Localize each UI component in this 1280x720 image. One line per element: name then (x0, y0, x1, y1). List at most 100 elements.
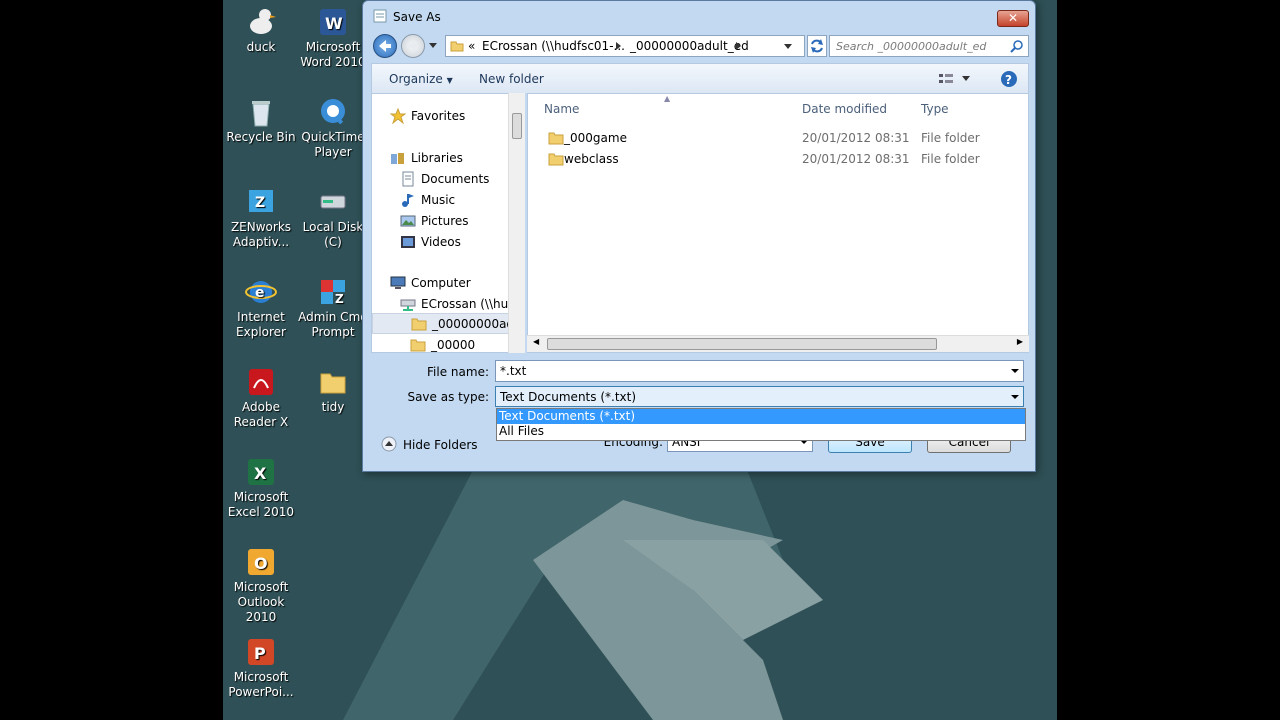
address-segment[interactable]: ECrossan (\\hudfsc01-... (482, 39, 625, 53)
recent-pages-dropdown-icon[interactable] (429, 43, 437, 49)
recycle-bin-icon (252, 101, 270, 127)
view-options-icon[interactable] (938, 72, 954, 86)
folder-icon (450, 41, 464, 52)
internet-explorer-icon: e (245, 281, 277, 303)
address-bar[interactable]: « ECrossan (\\hudfsc01-... _00000000adul… (445, 35, 805, 57)
admin-cmd-icon: Z (321, 280, 345, 306)
type-option-all-files[interactable]: All Files (497, 424, 1025, 439)
refresh-icon (811, 39, 823, 53)
type-option-text-documents[interactable]: Text Documents (*.txt) (497, 409, 1025, 424)
save-as-type-select[interactable]: Text Documents (*.txt) (495, 386, 1024, 407)
scroll-right-icon[interactable]: ▶ (1017, 337, 1023, 346)
folder-icon (548, 153, 564, 166)
network-drive-icon (400, 299, 416, 311)
desktop-icon-excel[interactable]: X Microsoft Excel 2010 (223, 456, 299, 520)
folder-icon (411, 318, 427, 331)
file-list-pane: Name ▲ Date modified Type _000game 20/01… (527, 93, 1029, 353)
address-segment[interactable]: _00000000adult_ed (630, 39, 749, 53)
excel-icon: X (248, 459, 274, 485)
svg-text:X: X (254, 464, 267, 483)
file-row[interactable]: webclass 20/01/2012 08:31 File folder (538, 149, 1018, 169)
organize-button[interactable]: Organize ▼ (389, 72, 453, 86)
powerpoint-icon: P (248, 639, 274, 665)
save-as-type-dropdown: Text Documents (*.txt) All Files (496, 408, 1026, 441)
collapse-icon (381, 436, 397, 452)
chevron-down-icon[interactable] (784, 44, 792, 50)
sort-ascending-icon: ▲ (664, 94, 671, 103)
command-toolbar: Organize ▼ New folder ? (371, 63, 1029, 93)
chevron-down-icon[interactable] (1011, 395, 1019, 399)
new-folder-button[interactable]: New folder (479, 72, 544, 86)
search-input[interactable]: Search _00000000adult_ed (829, 35, 1029, 57)
svg-text:Z: Z (255, 195, 265, 211)
zenworks-icon: Z (249, 190, 273, 212)
svg-text:e: e (255, 285, 265, 301)
svg-text:O: O (254, 554, 268, 573)
dialog-titlebar[interactable]: Save As ✕ (363, 1, 1035, 31)
nav-current-folder[interactable]: _00000000adult_ed (372, 313, 520, 334)
documents-icon (402, 171, 414, 187)
desktop-icon-admin-cmd[interactable]: Z Admin Cmd Prompt (295, 276, 371, 340)
quicktime-icon (321, 99, 345, 125)
column-header-date[interactable]: Date modified (802, 102, 887, 116)
desktop-icon-internet-explorer[interactable]: e Internet Explorer (223, 276, 299, 340)
svg-text:P: P (254, 644, 266, 663)
desktop-icon-powerpoint[interactable]: P Microsoft PowerPoi... (223, 636, 299, 700)
address-overflow[interactable]: « (468, 39, 475, 53)
back-arrow-icon (379, 40, 391, 52)
file-name-field[interactable]: *.txt (495, 360, 1024, 382)
scroll-left-icon[interactable]: ◀ (533, 337, 539, 346)
music-icon (402, 194, 414, 207)
folder-icon (548, 132, 564, 145)
chevron-down-icon[interactable] (1011, 369, 1019, 373)
pictures-icon (400, 215, 416, 227)
breadcrumb-chevron-icon[interactable] (736, 42, 742, 50)
videos-icon (401, 236, 415, 248)
desktop-icon-zenworks[interactable]: Z ZENworks Adaptiv... (223, 186, 299, 250)
breadcrumb-chevron-icon[interactable] (616, 42, 622, 50)
local-disk-icon (320, 195, 346, 209)
chevron-down-icon[interactable] (962, 76, 970, 82)
file-name-label: File name: (427, 365, 489, 379)
close-button[interactable]: ✕ (997, 10, 1029, 27)
notepad-icon (373, 9, 387, 23)
folder-icon (320, 373, 346, 394)
desktop-icon-tidy[interactable]: tidy (295, 366, 371, 415)
help-icon[interactable]: ? (1000, 70, 1018, 88)
desktop-icon-duck[interactable]: duck (223, 6, 299, 55)
forward-arrow-icon (407, 40, 419, 52)
svg-text:W: W (325, 14, 343, 33)
scrollbar-thumb[interactable] (512, 113, 522, 139)
search-icon (1010, 40, 1023, 53)
desktop-icon-quicktime[interactable]: QuickTime Player (295, 96, 371, 160)
svg-text:Z: Z (335, 292, 344, 306)
desktop-icon-outlook[interactable]: O Microsoft Outlook 2010 (223, 546, 299, 625)
desktop-icon-adobe-reader[interactable]: Adobe Reader X (223, 366, 299, 430)
svg-text:?: ? (1005, 73, 1012, 87)
forward-button[interactable] (401, 34, 425, 58)
chevron-down-icon: ▼ (446, 76, 453, 85)
search-placeholder: Search _00000000adult_ed (836, 40, 987, 53)
word-icon: W (320, 9, 346, 35)
star-icon (390, 108, 406, 124)
duck-icon (250, 9, 276, 34)
desktop-icon-local-disk[interactable]: Local Disk (C) (295, 186, 371, 250)
folder-icon (410, 339, 426, 352)
back-button[interactable] (373, 34, 397, 58)
nav-pane-scrollbar[interactable] (508, 93, 525, 353)
dialog-title: Save As (393, 10, 441, 24)
scrollbar-thumb[interactable] (547, 338, 937, 350)
navigation-bar: « ECrossan (\\hudfsc01-... _00000000adul… (371, 32, 1029, 60)
desktop-icon-recycle-bin[interactable]: Recycle Bin (223, 96, 299, 145)
computer-icon (390, 276, 406, 289)
desktop-icon-word[interactable]: W Microsoft Word 2010 (295, 6, 371, 70)
column-header-type[interactable]: Type (921, 102, 949, 116)
file-row[interactable]: _000game 20/01/2012 08:31 File folder (538, 128, 1018, 148)
libraries-icon (391, 153, 404, 164)
save-as-dialog: Save As ✕ « ECrossan (\\hudfsc01-... _00… (362, 0, 1036, 472)
save-as-type-label: Save as type: (407, 390, 489, 404)
file-list-scrollbar[interactable]: ◀ ▶ (527, 335, 1029, 352)
refresh-button[interactable] (807, 35, 827, 57)
navigation-pane: Favorites Libraries Documents Music Pict… (371, 93, 521, 353)
column-header-name[interactable]: Name (544, 102, 579, 116)
